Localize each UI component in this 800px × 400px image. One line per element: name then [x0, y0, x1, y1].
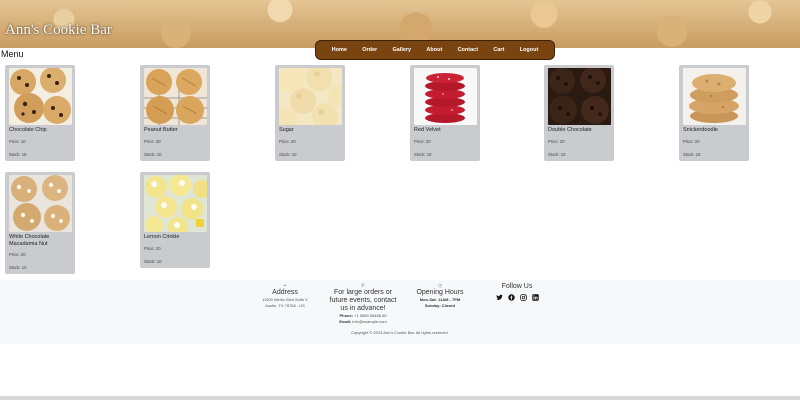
- product-card-snickerdoodle[interactable]: Snickerdoodle Price: 20 Stock: 15: [679, 65, 749, 161]
- footer-hours: ◷ Opening Hours Mon-Sat: 11AM - 7PM Sund…: [405, 283, 475, 309]
- product-card-double-chocolate[interactable]: Double Chocolate Price: 20 Stock: 10: [544, 65, 614, 161]
- product-card-lemon-crinkle[interactable]: Lemon Crinkle Price: 20 Stock: 10: [140, 172, 210, 268]
- email-address[interactable]: info@example.com: [352, 319, 386, 324]
- footer-contact-title: For large orders or future events, conta…: [329, 289, 397, 312]
- product-name: Snickerdoodle: [683, 127, 718, 133]
- footer-contact: ✆ For large orders or future events, con…: [328, 283, 398, 325]
- social-links: [482, 294, 552, 301]
- nav-gallery-link[interactable]: Gallery: [392, 47, 411, 53]
- product-price: Price: 20: [683, 138, 700, 144]
- nav-about-link[interactable]: About: [426, 47, 442, 53]
- product-price: Price: 10: [9, 138, 26, 144]
- horizontal-scrollbar[interactable]: [0, 396, 800, 400]
- product-price: Price: 20: [144, 138, 161, 144]
- site-footer: ⌖ Address 11900 Metric Blvd Suite X Aust…: [0, 280, 800, 344]
- product-card-sugar[interactable]: Sugar Price: 20 Stock: 10: [275, 65, 345, 161]
- facebook-icon[interactable]: [507, 294, 515, 301]
- product-name: Sugar: [279, 127, 294, 133]
- linkedin-icon[interactable]: [531, 294, 539, 301]
- nav-home-link[interactable]: Home: [332, 47, 347, 53]
- snickerdoodle-cookie-image: [683, 68, 746, 125]
- menu-heading: Menu: [1, 49, 24, 59]
- product-stock: Stock: 10: [279, 151, 297, 157]
- main-navbar: Home Order Gallery About Contact Cart Lo…: [315, 40, 555, 60]
- sugar-cookie-image: [279, 68, 342, 125]
- product-price: Price: 20: [144, 245, 161, 251]
- product-card-peanut-butter[interactable]: Peanut Butter Price: 20 Stock: 10: [140, 65, 210, 161]
- product-price: Price: 20: [548, 138, 565, 144]
- footer-follow-title: Follow Us: [501, 283, 533, 290]
- peanut-butter-cookie-image: [144, 68, 207, 125]
- chocolate-chip-cookie-image: [9, 68, 72, 125]
- double-chocolate-cookie-image: [548, 68, 611, 125]
- product-stock: Stock: 10: [548, 151, 566, 157]
- footer-address: ⌖ Address 11900 Metric Blvd Suite X Aust…: [250, 283, 320, 309]
- product-name: Chocolate Chip: [9, 127, 47, 133]
- white-chocolate-macadamia-cookie-image: [9, 175, 72, 232]
- product-stock: Stock: 10: [9, 265, 27, 270]
- product-stock: Stock: 15: [9, 151, 27, 157]
- product-card-white-chocolate-macadamia[interactable]: White Chocolate Macadamia Nut Price: 20 …: [5, 172, 75, 274]
- product-price: Price: 20: [414, 138, 431, 144]
- red-velvet-cookie-image: [414, 68, 477, 125]
- nav-cart-link[interactable]: Cart: [493, 47, 504, 53]
- site-title: Ann's Cookie Bar: [5, 22, 112, 38]
- product-name: Double Chocolate: [548, 127, 592, 133]
- product-name: Lemon Crinkle: [144, 234, 180, 240]
- product-card-red-velvet[interactable]: Red Velvet Price: 20 Stock: 10: [410, 65, 480, 161]
- footer-hours-title: Opening Hours: [416, 289, 464, 296]
- footer-hours-sunday: Sunday: Closed: [424, 303, 456, 308]
- product-stock: Stock: 10: [144, 258, 162, 264]
- product-name: Red Velvet: [414, 127, 441, 133]
- lemon-crinkle-cookie-image: [144, 175, 207, 232]
- footer-email: Email: info@example.com: [328, 319, 398, 325]
- product-name: White Chocolate Macadamia Nut: [9, 234, 50, 247]
- footer-address-line2: Austin, TX 78758 - US: [265, 303, 305, 308]
- product-price: Price: 20: [279, 138, 296, 144]
- nav-logout-link[interactable]: Logout: [520, 47, 539, 53]
- footer-follow: Follow Us: [482, 283, 552, 301]
- phone-label: Phone:: [339, 313, 354, 318]
- product-stock: Stock: 15: [683, 151, 701, 157]
- product-price: Price: 20: [9, 252, 26, 257]
- nav-contact-link[interactable]: Contact: [458, 47, 478, 53]
- email-label: Email:: [339, 319, 352, 324]
- product-name: Peanut Butter: [144, 127, 178, 133]
- twitter-icon[interactable]: [495, 294, 503, 301]
- product-card-chocolate-chip[interactable]: Chocolate Chip Price: 10 Stock: 15: [5, 65, 75, 161]
- product-stock: Stock: 10: [144, 151, 162, 157]
- copyright-text: Copyright © 2023 Ann's Cookie Bar. All r…: [351, 330, 449, 335]
- product-stock: Stock: 10: [414, 151, 432, 157]
- nav-order-link[interactable]: Order: [362, 47, 377, 53]
- phone-number: +1 5589 55488 55: [354, 313, 387, 318]
- instagram-icon[interactable]: [519, 294, 527, 301]
- footer-address-title: Address: [272, 289, 298, 296]
